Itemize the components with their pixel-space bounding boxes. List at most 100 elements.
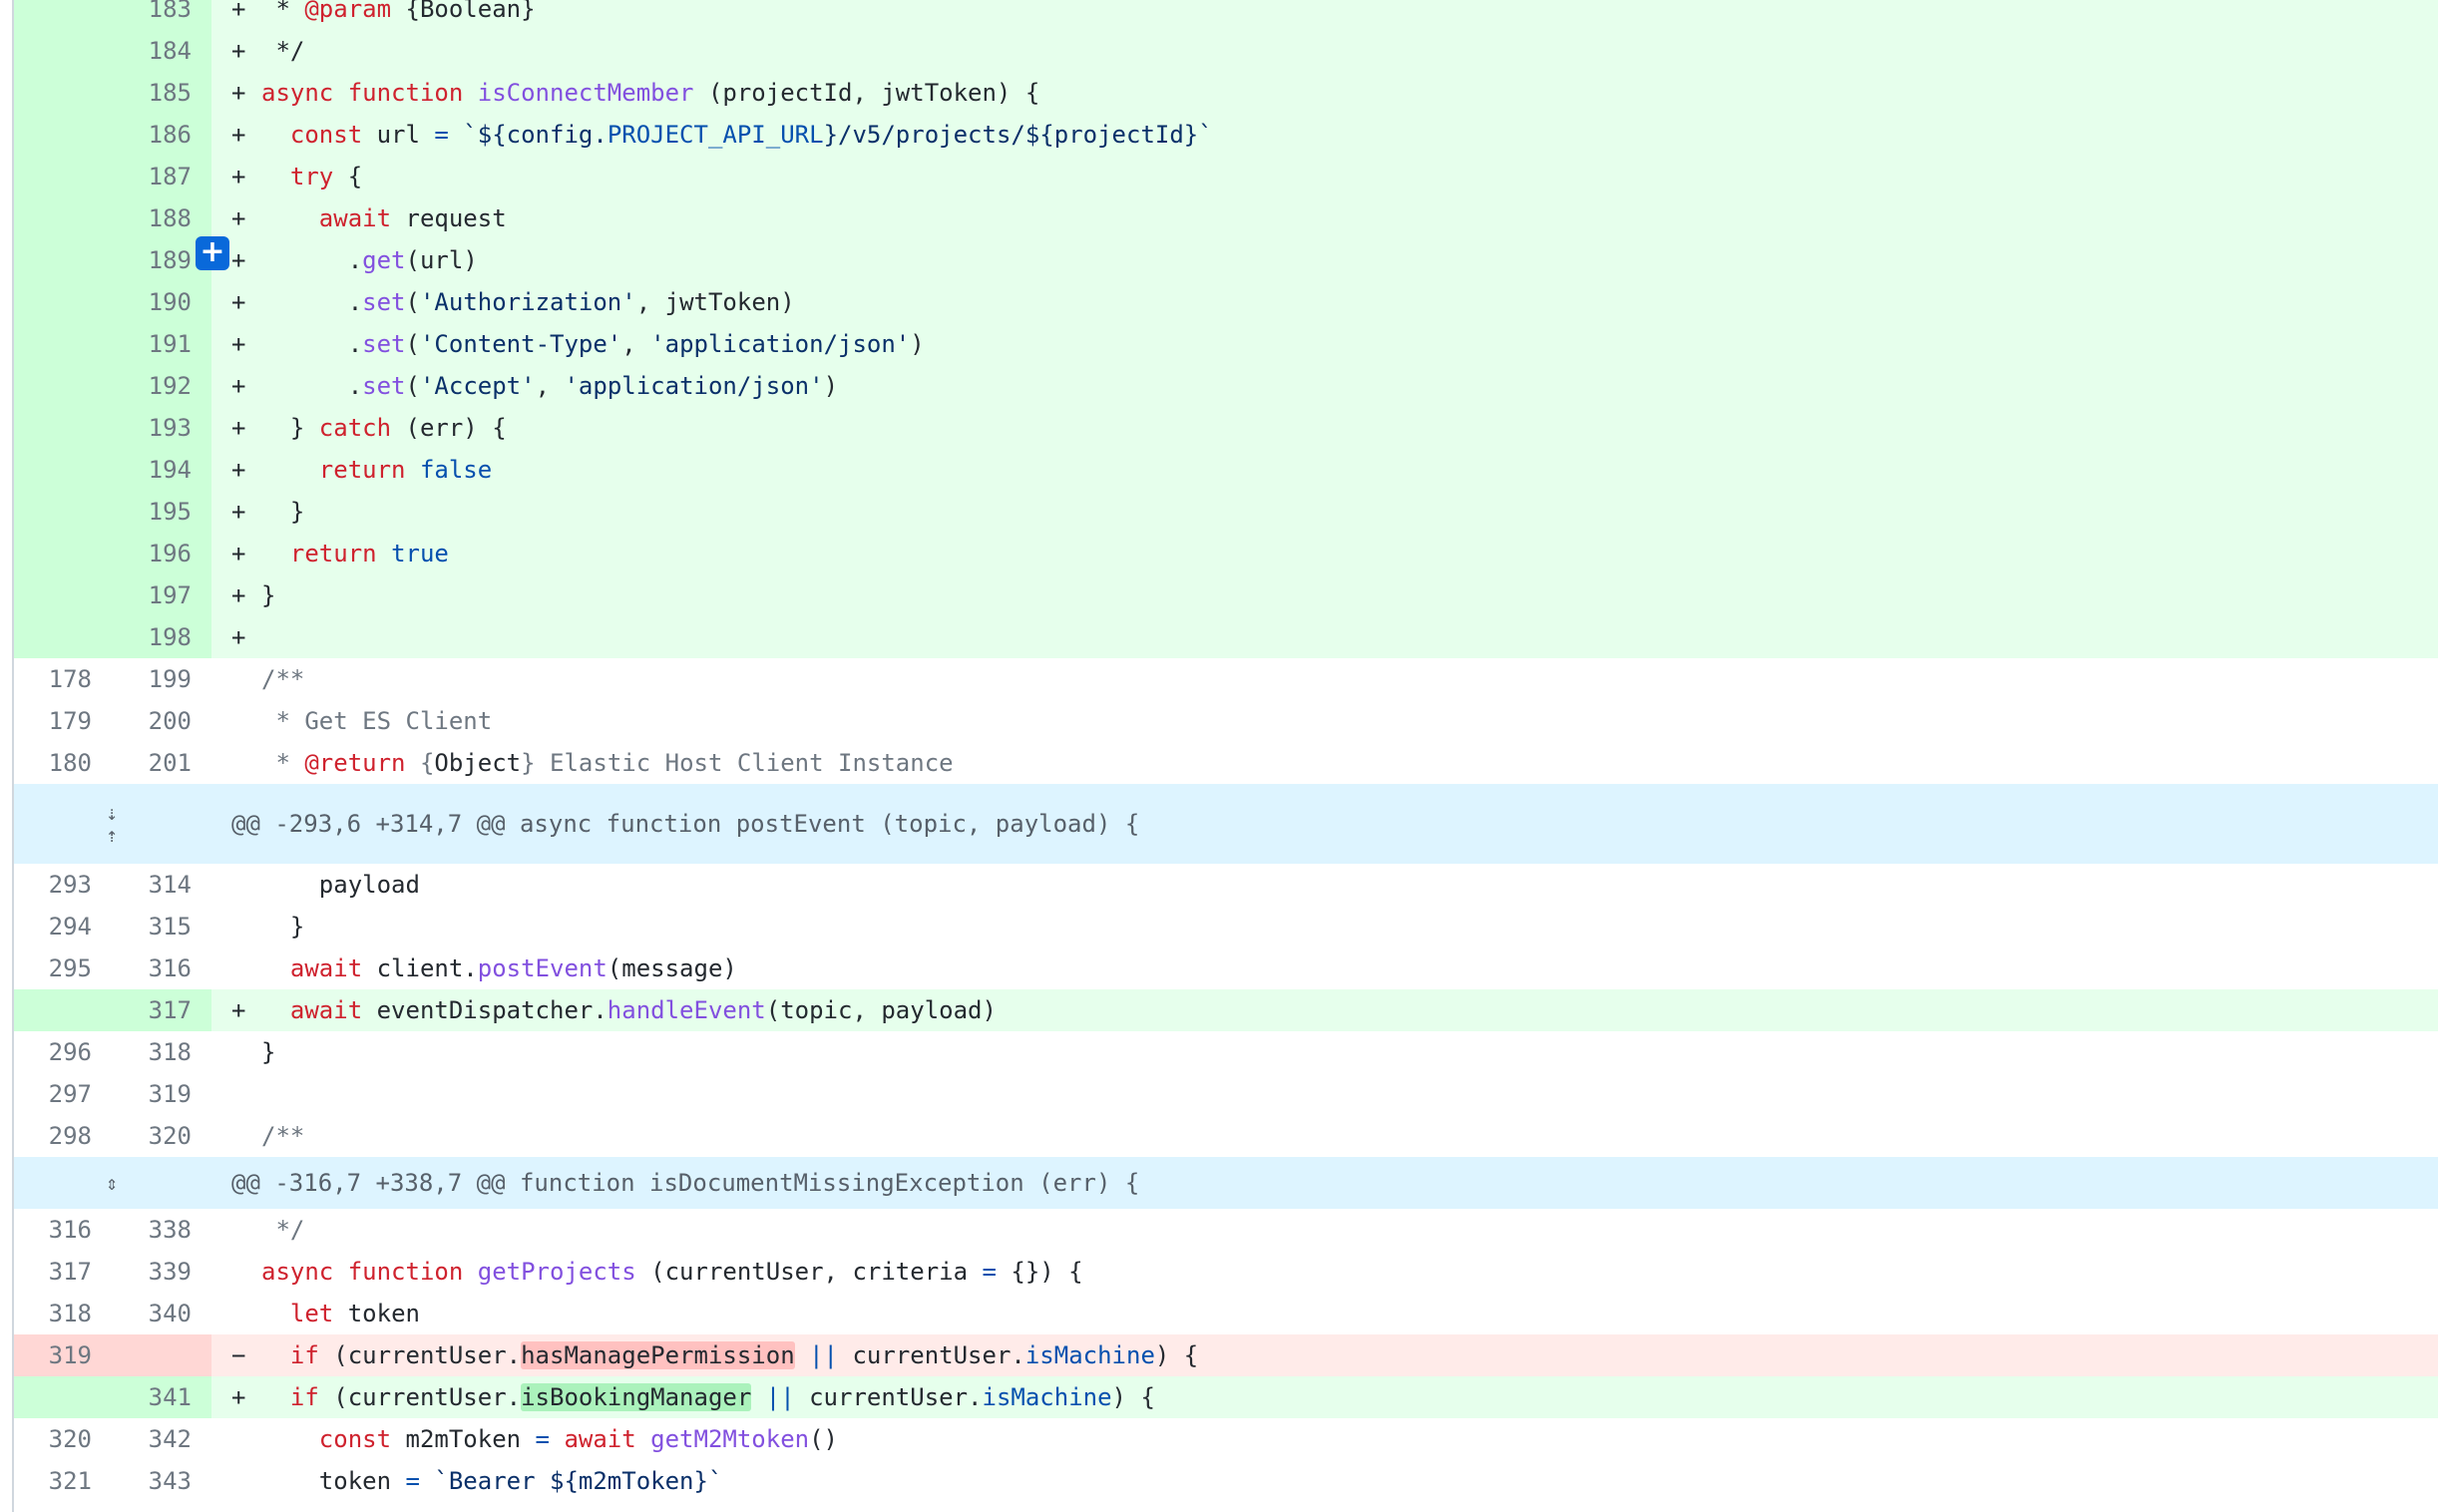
old-line-number[interactable] [12,197,112,239]
new-line-number[interactable]: 315 [112,906,211,947]
new-line-number[interactable]: 183 [112,0,211,30]
new-line-number[interactable]: 194 [112,449,211,491]
old-line-number[interactable]: 317 [12,1251,112,1293]
old-line-number[interactable] [12,114,112,156]
old-line-number[interactable] [12,30,112,72]
diff-line: 316 338 */ [12,1209,2438,1251]
old-line-number[interactable] [12,491,112,533]
old-line-number[interactable]: 294 [12,906,112,947]
new-line-number[interactable]: 339 [112,1251,211,1293]
old-line-number[interactable] [12,156,112,197]
old-line-number[interactable] [12,365,112,407]
old-line-number[interactable]: 319 [12,1334,112,1376]
new-line-number[interactable]: 190 [112,281,211,323]
new-line-number[interactable]: 318 [112,1031,211,1073]
old-line-number[interactable]: 178 [12,658,112,700]
new-line-number[interactable]: 340 [112,1293,211,1334]
new-line-number[interactable]: 196 [112,533,211,574]
old-line-number[interactable]: 298 [12,1115,112,1157]
old-line-number[interactable] [12,239,112,281]
new-line-number[interactable]: 192 [112,365,211,407]
diff-line: 187 + try { [12,156,2438,197]
new-line-number[interactable]: 191 [112,323,211,365]
old-line-number[interactable]: 321 [12,1460,112,1502]
old-line-number[interactable] [12,449,112,491]
new-line-number[interactable]: 320 [112,1115,211,1157]
code-token: catch [318,414,392,442]
expand-lines-control[interactable]: ⇣ ⇡ [12,784,211,864]
diff-line: 195 + } [12,491,2438,533]
new-line-number[interactable]: 200 [112,700,211,742]
code-token: await [318,204,392,232]
code-token: 'application/json' [564,372,824,400]
expand-lines-control[interactable]: ⇕ [12,1157,211,1209]
new-line-number[interactable]: 198 [112,616,211,658]
old-line-number[interactable]: 320 [12,1418,112,1460]
new-line-number[interactable]: 197 [112,574,211,616]
expand-up-icon[interactable]: ⇡ [106,824,118,846]
code-token: if [289,1341,319,1369]
old-line-number[interactable]: 297 [12,1073,112,1115]
code-token: try [289,163,334,190]
code-token: postEvent [477,954,608,982]
code-token: getProjects [477,1258,636,1286]
code-token: request [391,204,507,232]
new-line-number[interactable]: 187 [112,156,211,197]
code-token: (topic, payload) [765,996,997,1024]
new-line-number[interactable]: 341 [112,1376,211,1418]
new-line-number[interactable]: 185 [112,72,211,114]
old-line-number[interactable]: 179 [12,700,112,742]
new-line-number[interactable]: 317 [112,989,211,1031]
diff-marker: + [231,414,246,442]
old-line-number[interactable]: 180 [12,742,112,784]
old-line-number[interactable] [12,616,112,658]
code-token: isMachine [982,1383,1112,1411]
line-code: + .set('Authorization', jwtToken) [211,281,2438,323]
old-line-number[interactable]: 293 [12,864,112,906]
old-line-number[interactable] [12,72,112,114]
new-line-number[interactable]: 319 [112,1073,211,1115]
expand-down-icon[interactable]: ⇣ [106,802,118,824]
new-line-number[interactable]: 188 [112,197,211,239]
new-line-number[interactable]: 193 [112,407,211,449]
new-line-number[interactable]: 201 [112,742,211,784]
new-line-number[interactable]: 199 [112,658,211,700]
code-token: async [261,1258,334,1286]
code-token: handleEvent [607,996,766,1024]
old-line-number[interactable] [12,574,112,616]
old-line-number[interactable] [12,0,112,30]
old-line-number[interactable] [12,281,112,323]
new-line-number[interactable]: 186 [112,114,211,156]
line-code: * @return {Object} Elastic Host Client I… [211,742,2438,784]
hunk-header: ⇣ ⇡ @@ -293,6 +314,7 @@ async function p… [12,784,2438,864]
new-line-number[interactable]: 195 [112,491,211,533]
new-line-number[interactable]: 314 [112,864,211,906]
old-line-number[interactable] [12,533,112,574]
new-line-number[interactable]: 343 [112,1460,211,1502]
new-line-number[interactable]: 184 [112,30,211,72]
old-line-number[interactable]: 295 [12,947,112,989]
code-token: /** [261,1122,305,1150]
old-line-number[interactable] [12,407,112,449]
old-line-number[interactable] [12,323,112,365]
code-token: } [261,414,319,442]
new-line-number[interactable] [112,1334,211,1376]
new-line-number[interactable]: 338 [112,1209,211,1251]
code-token: , [621,330,651,358]
add-comment-button[interactable]: + [196,236,229,270]
old-line-number[interactable] [12,989,112,1031]
new-line-number[interactable]: 342 [112,1418,211,1460]
new-line-number[interactable]: 316 [112,947,211,989]
old-line-number[interactable]: 316 [12,1209,112,1251]
old-line-number[interactable] [12,1376,112,1418]
code-token: 'application/json' [650,330,911,358]
old-line-number[interactable]: 318 [12,1293,112,1334]
old-line-number[interactable]: 296 [12,1031,112,1073]
expand-both-icon[interactable]: ⇕ [106,1172,118,1194]
